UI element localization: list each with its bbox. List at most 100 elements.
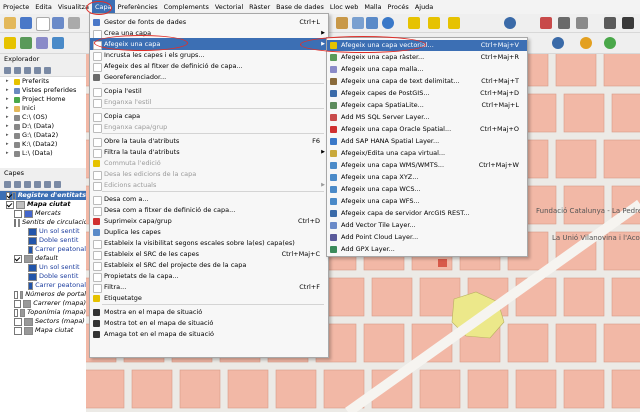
- add-mesh-tb-icon[interactable]: [36, 37, 48, 49]
- capa-menu-item[interactable]: Amaga tot en el mapa de situació: [90, 328, 328, 340]
- refresh-icon[interactable]: [4, 67, 11, 74]
- layer-row[interactable]: Toponímia (mapa): [0, 308, 86, 317]
- plugin-python-icon[interactable]: [552, 37, 564, 49]
- submenu-item[interactable]: Afegeix capes de PostGIS... Ctrl+Maj+D: [327, 88, 527, 99]
- layer-row[interactable]: Un sol sentit: [0, 263, 86, 272]
- table-icon[interactable]: [576, 17, 588, 29]
- layer-row[interactable]: Doble sentit: [0, 236, 86, 245]
- add-group-icon[interactable]: [14, 181, 21, 188]
- menu-proc-s[interactable]: Procés: [385, 0, 412, 14]
- capa-menu-item[interactable]: Enganxa l'estil: [90, 96, 328, 108]
- menu-malla[interactable]: Malla: [361, 0, 384, 14]
- menu-projecte[interactable]: Projecte: [0, 0, 32, 14]
- filter-icon[interactable]: [24, 67, 31, 74]
- filter-legend-icon[interactable]: [34, 181, 41, 188]
- menu-complements[interactable]: Complements: [161, 0, 212, 14]
- layer-visibility-checkbox[interactable]: [14, 290, 18, 299]
- menu-lloc-web[interactable]: Lloc web: [327, 0, 362, 14]
- menu-base-de-dades[interactable]: Base de dades: [273, 0, 327, 14]
- layer-visibility-checkbox[interactable]: [14, 299, 22, 308]
- submenu-item[interactable]: Afegeix una capa WMS/WMTS... Ctrl+Maj+W: [327, 160, 527, 171]
- add-wms-tb-icon[interactable]: [52, 37, 64, 49]
- browser-item[interactable]: ▸ C:\ (OS): [0, 113, 86, 122]
- browser-item[interactable]: ▸ Project Home: [0, 95, 86, 104]
- layer-visibility-checkbox[interactable]: [14, 254, 22, 263]
- submenu-item[interactable]: Afegeix una capa XYZ...: [327, 172, 527, 183]
- identify-icon[interactable]: [504, 17, 516, 29]
- submenu-item[interactable]: Afegeix una capa Oracle Spatial... Ctrl+M…: [327, 124, 527, 135]
- layer-visibility-checkbox[interactable]: [14, 218, 16, 227]
- new-project-icon[interactable]: [36, 17, 50, 31]
- submenu-item[interactable]: Afegeix una capa ràster... Ctrl+Maj+R: [327, 52, 527, 63]
- layout-manager-icon[interactable]: [68, 17, 80, 29]
- expand-all-icon[interactable]: [44, 181, 51, 188]
- expand-arrow-icon[interactable]: ▸: [6, 77, 12, 86]
- menu-ajuda[interactable]: Ajuda: [412, 0, 436, 14]
- plugin-pie-icon[interactable]: [580, 37, 592, 49]
- layer-visibility-checkbox[interactable]: [14, 209, 22, 218]
- add-vector-tb-icon[interactable]: [4, 37, 16, 49]
- submenu-item[interactable]: Afegeix capa de servidor ArcGIS REST...: [327, 208, 527, 219]
- add-raster-tb-icon[interactable]: [20, 37, 32, 49]
- refresh-icon[interactable]: [382, 17, 394, 29]
- layer-row[interactable]: Carrer peatonal: [0, 245, 86, 254]
- submenu-item[interactable]: Add SAP HANA Spatial Layer...: [327, 136, 527, 147]
- menu-edita[interactable]: Edita: [32, 0, 55, 14]
- layer-visibility-checkbox[interactable]: [14, 326, 22, 335]
- print-layout-icon[interactable]: [52, 17, 64, 29]
- layer-row[interactable]: Números de portal: [0, 290, 86, 299]
- layer-row[interactable]: Un sol sentit: [0, 227, 86, 236]
- zoom-in-icon[interactable]: [366, 17, 378, 29]
- open-styling-icon[interactable]: [4, 181, 11, 188]
- expand-arrow-icon[interactable]: ▸: [6, 86, 12, 95]
- expand-arrow-icon[interactable]: ▸: [6, 122, 12, 131]
- save-project-icon[interactable]: [20, 17, 32, 29]
- menu-vectorial[interactable]: Vectorial: [212, 0, 246, 14]
- select-by-value-icon[interactable]: [428, 17, 440, 29]
- browser-item[interactable]: ▸ Vistes preferides: [0, 86, 86, 95]
- submenu-item[interactable]: Afegeix una capa malla...: [327, 64, 527, 75]
- browser-item[interactable]: ▸ K:\ (Data2): [0, 140, 86, 149]
- add-selected-icon[interactable]: [14, 67, 21, 74]
- select-features-icon[interactable]: [408, 17, 420, 29]
- browser-item[interactable]: ▸ D:\ (Data): [0, 122, 86, 131]
- browser-item[interactable]: ▸ G:\ (Data2): [0, 131, 86, 140]
- menu-r-ster[interactable]: Ràster: [246, 0, 273, 14]
- expand-arrow-icon[interactable]: ▸: [6, 140, 12, 149]
- capa-menu-item[interactable]: Edicions actuals ▶: [90, 179, 328, 191]
- layer-row[interactable]: default: [0, 254, 86, 263]
- open-project-icon[interactable]: [4, 17, 16, 29]
- collapse-all-icon[interactable]: [54, 181, 61, 188]
- digitize-icon[interactable]: [336, 17, 348, 29]
- submenu-item[interactable]: Afegeix/Edita una capa virtual...: [327, 148, 527, 159]
- expand-arrow-icon[interactable]: ▸: [6, 113, 12, 122]
- submenu-item[interactable]: Add GPX Layer...: [327, 244, 527, 255]
- layer-row[interactable]: Registre d'entitats: [0, 191, 86, 200]
- layer-visibility-checkbox[interactable]: [14, 308, 19, 317]
- menu-prefer-ncies[interactable]: Preferències: [115, 0, 161, 14]
- plugin-globe-icon[interactable]: [604, 37, 616, 49]
- browser-item[interactable]: ▸ Inici: [0, 104, 86, 113]
- submenu-item[interactable]: Afegeix una capa WFS...: [327, 196, 527, 207]
- statistics-icon[interactable]: [540, 17, 552, 29]
- submenu-item[interactable]: Afegeix capa SpatiaLite... Ctrl+Maj+L: [327, 100, 527, 111]
- layer-row[interactable]: Mercats: [0, 209, 86, 218]
- browser-item[interactable]: ▸ Preferits: [0, 77, 86, 86]
- collapse-icon[interactable]: [34, 67, 41, 74]
- annotation-icon[interactable]: [604, 17, 616, 29]
- layer-visibility-checkbox[interactable]: [14, 317, 22, 326]
- sum-icon[interactable]: [558, 17, 570, 29]
- submenu-item[interactable]: Add Point Cloud Layer...: [327, 232, 527, 243]
- submenu-item[interactable]: Add Vector Tile Layer...: [327, 220, 527, 231]
- layer-row[interactable]: Mapa ciutat: [0, 326, 86, 335]
- deselect-icon[interactable]: [448, 17, 460, 29]
- submenu-item[interactable]: Add MS SQL Server Layer...: [327, 112, 527, 123]
- expand-arrow-icon[interactable]: ▸: [6, 149, 12, 158]
- layer-row[interactable]: Doble sentit: [0, 272, 86, 281]
- capa-menu-item[interactable]: Enganxa capa/grup: [90, 121, 328, 133]
- expand-arrow-icon[interactable]: ▸: [6, 104, 12, 113]
- layer-row[interactable]: Mapa ciutat: [0, 200, 86, 209]
- layer-row[interactable]: Sectors (mapa): [0, 317, 86, 326]
- layer-row[interactable]: Carrer peatonal: [0, 281, 86, 290]
- capa-menu-item[interactable]: Etiquetatge: [90, 292, 328, 304]
